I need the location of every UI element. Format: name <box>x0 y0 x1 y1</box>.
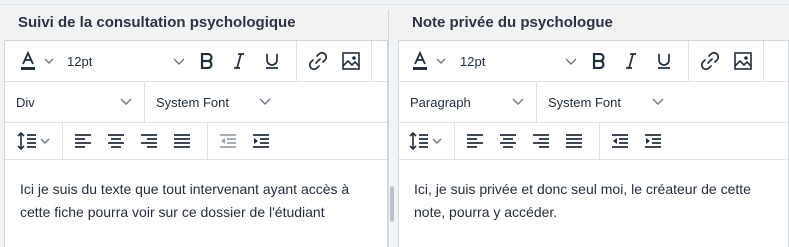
text-color-icon <box>413 51 427 70</box>
chevron-down-icon <box>652 98 664 105</box>
font-family-select[interactable]: System Font <box>537 82 667 122</box>
bold-icon <box>592 53 605 69</box>
indent-button[interactable] <box>638 123 668 159</box>
chevron-down-icon <box>436 58 446 64</box>
link-icon <box>700 51 720 71</box>
image-button[interactable] <box>336 41 366 81</box>
underline-icon <box>266 54 278 69</box>
align-right-icon <box>533 134 549 148</box>
align-center-button[interactable] <box>101 123 131 159</box>
public-note-panel: Suivi de la consultation psychologique 1… <box>0 0 388 247</box>
indent-icon <box>645 134 661 148</box>
link-button[interactable] <box>303 41 333 81</box>
align-left-button[interactable] <box>460 123 490 159</box>
bold-button[interactable] <box>584 41 614 81</box>
font-family-select[interactable]: System Font <box>145 82 275 122</box>
link-icon <box>308 51 328 71</box>
font-size-select[interactable]: 12pt <box>61 41 191 81</box>
scrollbar-thumb[interactable] <box>390 186 394 222</box>
rich-text-editor: 12pt Div System Font Ici je suis du text… <box>4 40 388 247</box>
align-left-icon <box>467 134 483 148</box>
align-justify-icon <box>174 134 190 148</box>
block-format-value: Paragraph <box>410 95 471 110</box>
chevron-down-icon <box>512 98 524 105</box>
toolbar-row-1: 12pt <box>5 41 387 82</box>
italic-button[interactable] <box>616 41 646 81</box>
italic-icon <box>234 53 244 69</box>
panel-title: Suivi de la consultation psychologique <box>18 14 296 31</box>
align-justify-button[interactable] <box>559 123 589 159</box>
panel-divider[interactable] <box>388 10 398 247</box>
private-note-panel: Note privée du psychologue 12pt Paragrap… <box>398 0 789 247</box>
text-color-icon <box>21 51 35 70</box>
text-color-dropdown[interactable] <box>42 41 56 81</box>
toolbar-row-1: 12pt <box>399 41 788 82</box>
font-size-select[interactable]: 12pt <box>453 41 583 81</box>
font-family-value: System Font <box>156 95 229 110</box>
outdent-icon <box>220 134 236 148</box>
text-color-dropdown[interactable] <box>434 41 448 81</box>
editor-paragraph: Ici, je suis privée et donc seul moi, le… <box>414 181 751 220</box>
outdent-button[interactable] <box>605 123 635 159</box>
toolbar-row-2: Paragraph System Font <box>399 82 788 123</box>
chevron-down-icon <box>120 98 132 105</box>
image-icon <box>342 52 360 70</box>
editor-content-area[interactable]: Ici je suis du texte que tout intervenan… <box>5 160 387 247</box>
line-height-button[interactable] <box>11 123 55 159</box>
block-format-value: Div <box>16 95 35 110</box>
chevron-down-icon <box>565 58 577 65</box>
align-right-button[interactable] <box>526 123 556 159</box>
toolbar-row-2: Div System Font <box>5 82 387 123</box>
align-justify-button[interactable] <box>167 123 197 159</box>
chevron-down-icon <box>173 58 185 65</box>
align-center-icon <box>108 134 124 148</box>
editor-content-area[interactable]: Ici, je suis privée et donc seul moi, le… <box>399 160 788 247</box>
bold-icon <box>200 53 213 69</box>
rich-text-editor: 12pt Paragraph System Font Ici, je suis … <box>398 40 789 247</box>
toolbar-row-3 <box>5 123 387 160</box>
align-center-icon <box>500 134 516 148</box>
indent-button[interactable] <box>246 123 276 159</box>
underline-icon <box>658 54 670 69</box>
image-icon <box>734 52 752 70</box>
chevron-down-icon <box>44 58 54 64</box>
align-center-button[interactable] <box>493 123 523 159</box>
panel-title: Note privée du psychologue <box>412 14 613 31</box>
bold-button[interactable] <box>192 41 222 81</box>
underline-button[interactable] <box>257 41 287 81</box>
chevron-down-icon <box>40 138 49 144</box>
chevron-down-icon <box>432 138 441 144</box>
block-format-select[interactable]: Div <box>5 82 144 122</box>
align-justify-icon <box>566 134 582 148</box>
align-left-button[interactable] <box>68 123 98 159</box>
font-size-value: 12pt <box>67 53 93 69</box>
chevron-down-icon <box>259 98 271 105</box>
text-color-button[interactable] <box>13 41 43 81</box>
outdent-button[interactable] <box>213 123 243 159</box>
line-height-icon <box>408 132 428 150</box>
indent-icon <box>253 134 269 148</box>
block-format-select[interactable]: Paragraph <box>399 82 536 122</box>
align-left-icon <box>75 134 91 148</box>
text-color-button[interactable] <box>405 41 435 81</box>
editor-paragraph: Ici je suis du texte que tout intervenan… <box>20 181 350 220</box>
image-button[interactable] <box>728 41 758 81</box>
font-family-value: System Font <box>548 95 621 110</box>
font-size-value: 12pt <box>460 53 486 69</box>
line-height-button[interactable] <box>403 123 447 159</box>
outdent-icon <box>612 134 628 148</box>
align-right-button[interactable] <box>134 123 164 159</box>
italic-icon <box>626 53 636 69</box>
line-height-icon <box>16 132 36 150</box>
underline-button[interactable] <box>649 41 679 81</box>
toolbar-row-3 <box>399 123 788 160</box>
italic-button[interactable] <box>224 41 254 81</box>
link-button[interactable] <box>695 41 725 81</box>
align-right-icon <box>141 134 157 148</box>
